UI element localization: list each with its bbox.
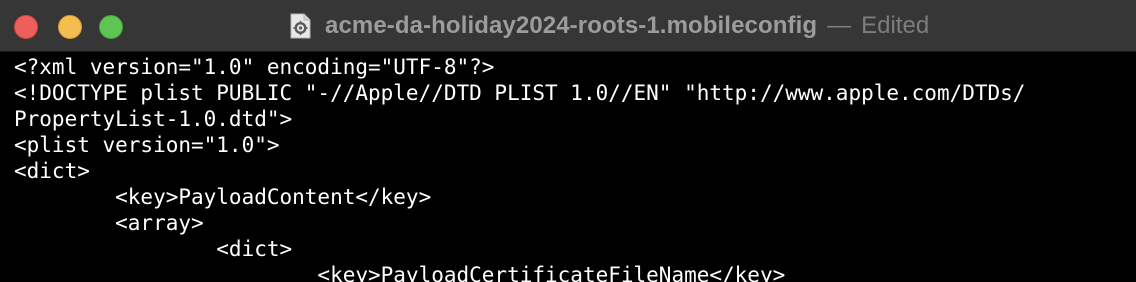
code-line-4[interactable]: <plist version="1.0"> [14, 132, 280, 158]
code-line-1[interactable]: <?xml version="1.0" encoding="UTF-8"?> [14, 54, 494, 80]
close-window-button[interactable] [14, 15, 38, 39]
code-line-2[interactable]: <!DOCTYPE plist PUBLIC "-//Apple//DTD PL… [14, 80, 1025, 106]
code-line-5[interactable]: <dict> [14, 158, 90, 184]
code-line-9[interactable]: <key>PayloadCertificateFileName</key> [14, 262, 785, 282]
code-line-6[interactable]: <key>PayloadContent</key> [14, 184, 431, 210]
zoom-window-button[interactable] [99, 15, 123, 39]
code-editor[interactable]: <?xml version="1.0" encoding="UTF-8"?> <… [0, 52, 1136, 282]
code-line-8[interactable]: <dict> [14, 236, 292, 262]
document-icon[interactable] [289, 13, 311, 39]
window-title: acme-da-holiday2024-roots-1.mobileconfig… [289, 0, 929, 52]
code-line-3[interactable]: PropertyList-1.0.dtd"> [14, 106, 292, 132]
title-bar[interactable]: acme-da-holiday2024-roots-1.mobileconfig… [0, 0, 1136, 52]
edited-status[interactable]: Edited [861, 12, 929, 40]
title-separator: — [827, 12, 852, 39]
text-editor-window: acme-da-holiday2024-roots-1.mobileconfig… [0, 0, 1136, 282]
document-filename: acme-da-holiday2024-roots-1.mobileconfig [325, 12, 818, 39]
code-line-7[interactable]: <array> [14, 210, 204, 236]
minimize-window-button[interactable] [58, 15, 82, 39]
